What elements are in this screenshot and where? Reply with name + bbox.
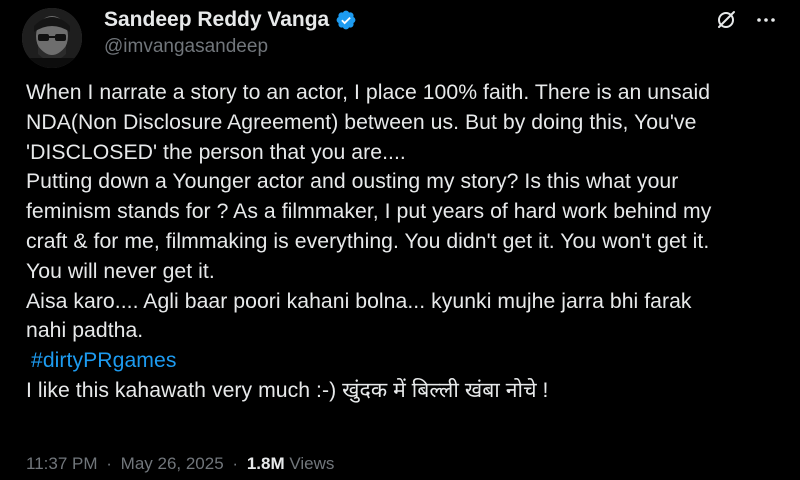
tweet-text-line: 'DISCLOSED' the person that you are.... (26, 140, 406, 164)
user-info: Sandeep Reddy Vanga @imvangasandeep (104, 6, 357, 58)
tweet-time[interactable]: 11:37 PM (26, 454, 98, 473)
tweet-text-line: nahi padtha. (26, 319, 144, 343)
tweet-text-line: You will never get it. (26, 259, 215, 283)
display-name[interactable]: Sandeep Reddy Vanga (104, 8, 329, 32)
tweet-header: Sandeep Reddy Vanga @imvangasandeep (16, 6, 784, 68)
tweet-text: When I narrate a story to an actor, I pl… (26, 78, 786, 406)
hashtag-link[interactable]: #dirtyPRgames (26, 349, 177, 372)
tweet-text-line: feminism stands for ? As a filmmaker, I … (26, 200, 712, 224)
header-actions (714, 8, 778, 32)
tweet-text-line: When I narrate a story to an actor, I pl… (26, 81, 711, 104)
tweet-text-line: I like this kahawath very much :-) खुंदक… (26, 378, 549, 402)
tweet-text-line: NDA(Non Disclosure Agreement) between us… (26, 110, 697, 134)
tweet-date[interactable]: May 26, 2025 (121, 454, 224, 473)
views-count[interactable]: 1.8M (247, 454, 285, 473)
display-name-row: Sandeep Reddy Vanga (104, 6, 357, 34)
views-label: Views (289, 454, 335, 473)
tweet-text-line: Aisa karo.... Agli baar poori kahani bol… (26, 289, 692, 313)
meta-separator: · (232, 454, 239, 473)
tweet-text-line: craft & for me, filmmaking is everything… (26, 229, 710, 253)
avatar-image (22, 8, 82, 68)
more-options-icon[interactable] (754, 8, 778, 32)
hashtag-line: #dirtyPRgames (26, 346, 786, 376)
tweet-text-line: Putting down a Younger actor and ousting… (26, 170, 679, 194)
tweet-meta: 11:37 PM · May 26, 2025 · 1.8M Views (26, 454, 334, 474)
avatar[interactable] (22, 8, 82, 68)
grok-icon[interactable] (714, 8, 738, 32)
user-handle[interactable]: @imvangasandeep (104, 36, 357, 58)
verified-badge-icon (335, 9, 357, 31)
tweet-card: Sandeep Reddy Vanga @imvangasandeep When… (0, 0, 800, 480)
meta-separator: · (106, 454, 112, 473)
